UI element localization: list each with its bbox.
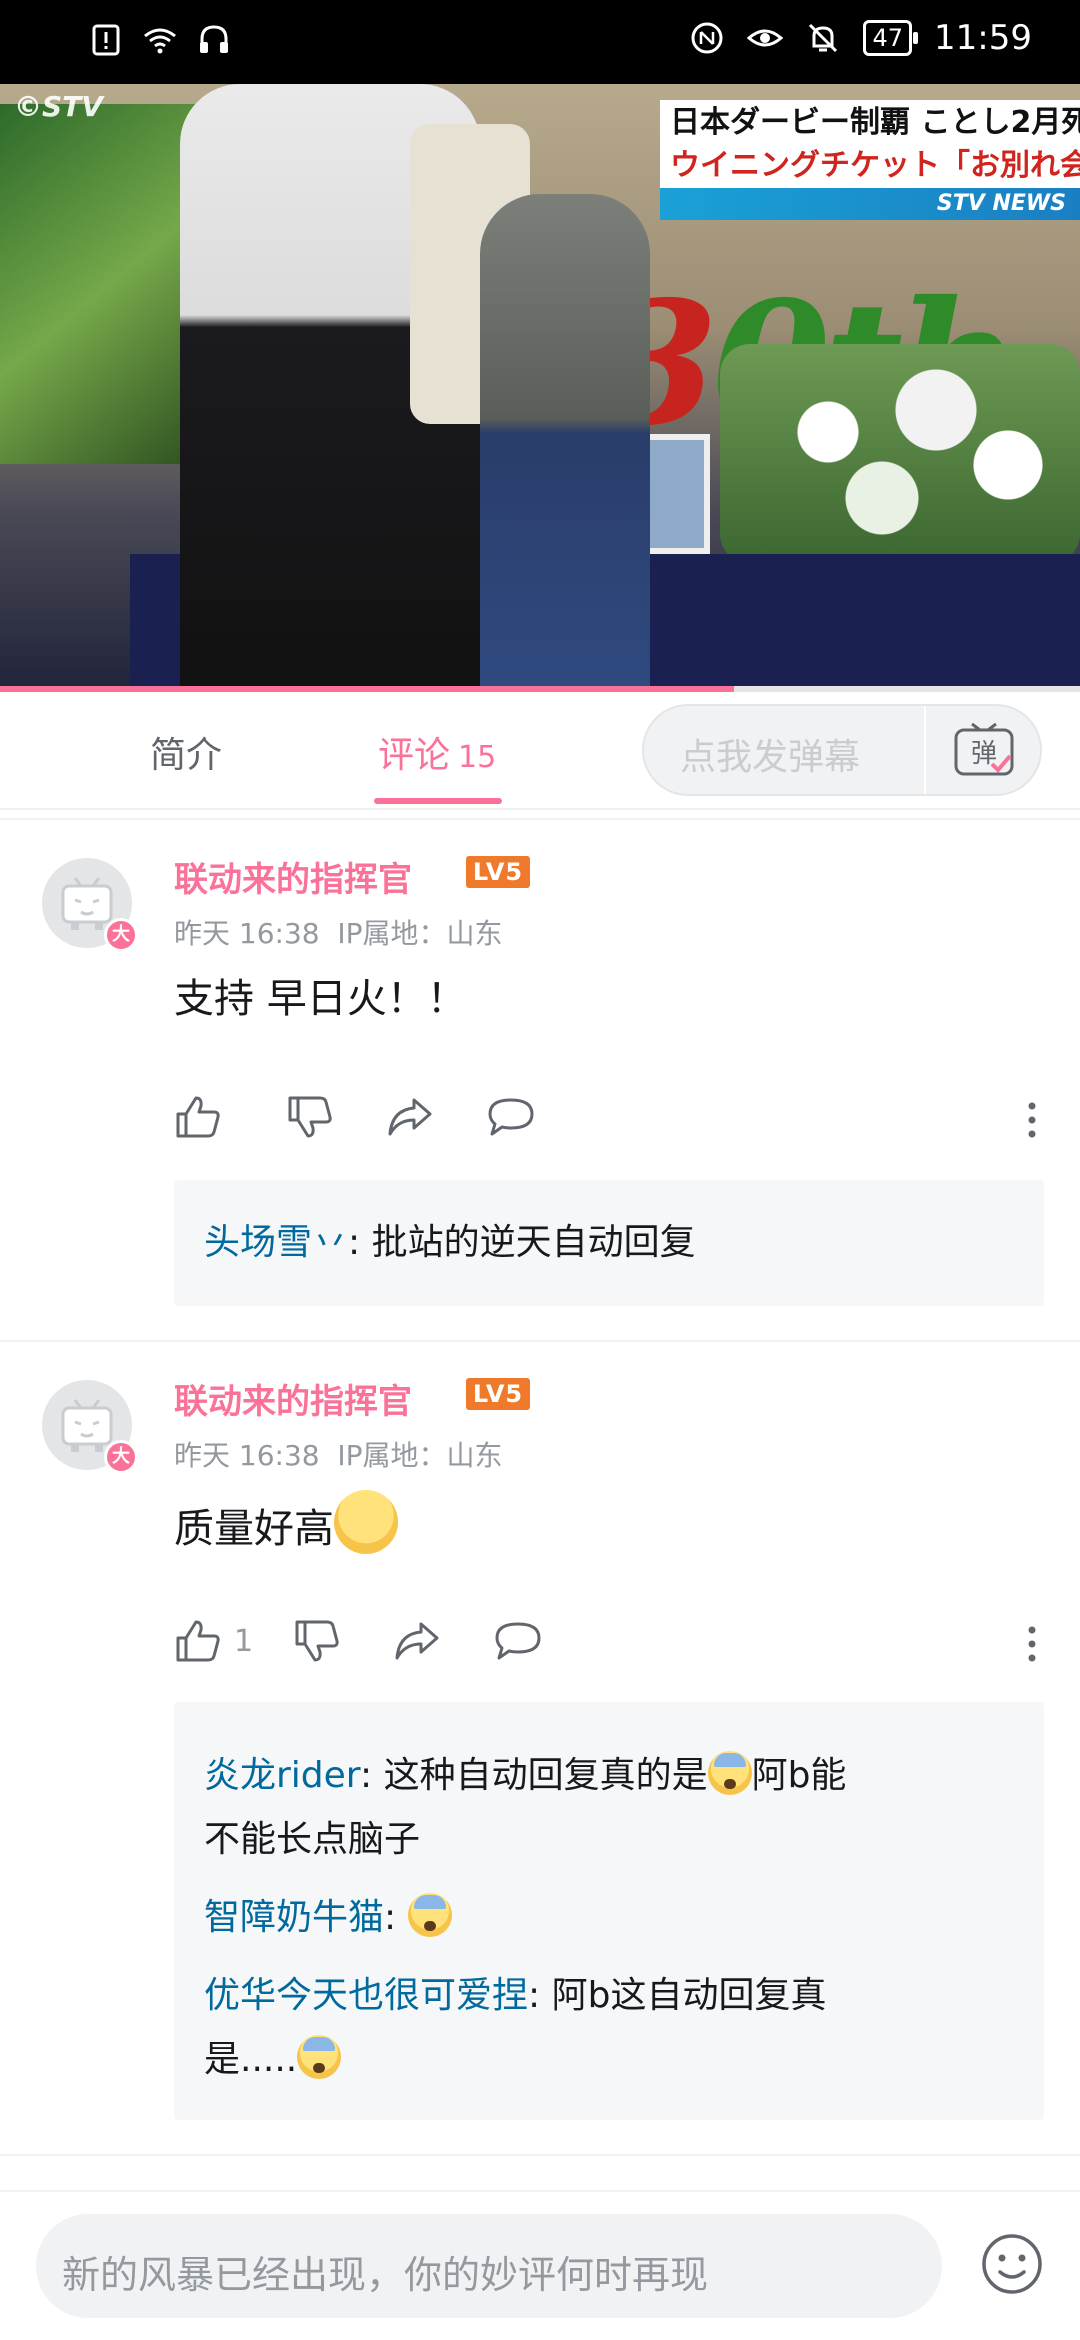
- comment-username[interactable]: 联动来的指挥官: [174, 852, 412, 901]
- comment-text: 质量好高: [174, 1506, 334, 1552]
- reply-item: 头场雪丷: 批站的逆天自动回复: [204, 1222, 696, 1263]
- reply-text: 阿b这自动回复真: [551, 1975, 827, 2016]
- tab-intro[interactable]: 简介: [150, 726, 222, 778]
- video-player[interactable]: 30th ©STV 日本ダービー制覇 ことし2月死去 ウイニングチケット「お別れ…: [0, 84, 1080, 692]
- share-icon: [395, 1622, 439, 1660]
- eye-icon: [747, 29, 784, 47]
- avatar[interactable]: 大: [42, 1380, 138, 1474]
- caption-source: STV NEWS: [660, 188, 1080, 220]
- fearful-emoji-icon: [707, 1751, 752, 1795]
- level-badge: LV5: [466, 1378, 530, 1410]
- thumbs-down-icon: [288, 1096, 332, 1138]
- nfc-icon: [691, 22, 723, 54]
- comment-input-bar: 新的风暴已经出现，你的妙评何时再现: [0, 2190, 1080, 2340]
- vip-badge: 大: [104, 918, 138, 952]
- vip-badge: 大: [104, 1440, 138, 1474]
- wifi-icon: [144, 28, 176, 54]
- share-button[interactable]: [386, 1094, 434, 1140]
- mute-bell-icon: [809, 23, 838, 53]
- caption-line-2: ウイニングチケット「お別れ会」: [660, 146, 1080, 188]
- comment-username[interactable]: 联动来的指挥官: [174, 1374, 412, 1423]
- comment-input[interactable]: 新的风暴已经出现，你的妙评何时再现: [36, 2214, 942, 2318]
- reply-button[interactable]: [493, 1618, 543, 1664]
- video-scene-flowers: [720, 344, 1080, 564]
- danmaku-input[interactable]: 点我发弹幕 弹: [642, 704, 1042, 796]
- reply-text: 这种自动回复真的是: [383, 1755, 708, 1796]
- shocked-emoji-icon: [334, 1490, 398, 1554]
- tab-comments-label: 评论: [378, 735, 451, 776]
- danmaku-divider: [924, 706, 926, 794]
- reply-button[interactable]: [486, 1094, 536, 1140]
- divider: [0, 2154, 1080, 2156]
- comment-actions: 1: [174, 1618, 595, 1664]
- more-options-icon[interactable]: [1022, 1622, 1042, 1666]
- danmaku-toggle-icon[interactable]: 弹: [952, 720, 1016, 780]
- reply-item: 智障奶牛猫:: [174, 1886, 1044, 1950]
- reply-username[interactable]: 优华今天也很可爱捏: [204, 1975, 528, 2016]
- emoji-picker-icon[interactable]: [980, 2232, 1044, 2296]
- status-bar: 47 11:59: [0, 0, 1080, 84]
- reply-item: 优华今天也很可爱捏: 阿b这自动回复真 是.....: [204, 1975, 827, 2080]
- comment-date: 昨天 16:38: [174, 1439, 320, 1472]
- danmaku-placeholder: 点我发弹幕: [680, 737, 861, 778]
- alert-icon: [92, 24, 120, 56]
- reply-username[interactable]: 炎龙rider: [204, 1755, 360, 1796]
- comment-content: 支持 早日火！！: [174, 976, 467, 1022]
- fearful-emoji-icon: [407, 1893, 452, 1937]
- thumbs-up-icon: [176, 1096, 220, 1138]
- like-button[interactable]: 1: [174, 1618, 253, 1664]
- battery-indicator: 47: [863, 20, 918, 56]
- level-badge: LV5: [466, 856, 530, 888]
- divider: [0, 1340, 1080, 1342]
- comment-content: 质量好高: [174, 1490, 398, 1554]
- video-scene-person: [480, 194, 650, 692]
- tab-active-indicator: [374, 798, 502, 804]
- dislike-button[interactable]: [293, 1618, 341, 1664]
- tab-comments[interactable]: 评论 15: [378, 726, 496, 778]
- reply-preview[interactable]: 炎龙rider: 这种自动回复真的是 阿b能 不能长点脑子 智障奶牛猫: 优华今天也…: [174, 1702, 1044, 2120]
- tab-bar: 简介 评论 15 点我发弹幕 弹: [0, 692, 1080, 810]
- comment-input-placeholder: 新的风暴已经出现，你的妙评何时再现: [62, 2253, 709, 2297]
- fearful-emoji-icon: [297, 2035, 342, 2079]
- reply-username[interactable]: 头场雪丷: [204, 1222, 348, 1263]
- reply-text: 是.....: [204, 2039, 298, 2080]
- reply-username[interactable]: 智障奶牛猫: [204, 1897, 384, 1938]
- caption-line-1: 日本ダービー制覇 ことし2月死去: [660, 100, 1080, 146]
- news-caption: 日本ダービー制覇 ことし2月死去 ウイニングチケット「お別れ会」 STV NEW…: [660, 100, 1080, 220]
- dislike-button[interactable]: [286, 1094, 334, 1140]
- divider: [0, 818, 1080, 820]
- channel-logo: ©STV: [14, 90, 103, 123]
- headphones-icon: [200, 25, 228, 53]
- reply-preview[interactable]: 头场雪丷: 批站的逆天自动回复: [174, 1180, 1044, 1306]
- reply-text: 批站的逆天自动回复: [371, 1222, 696, 1263]
- share-icon: [388, 1098, 432, 1136]
- comment-actions: [174, 1094, 588, 1140]
- thumbs-down-icon: [295, 1620, 339, 1662]
- reply-text: 不能长点脑子: [204, 1819, 421, 1860]
- comment-date: 昨天 16:38: [174, 917, 320, 950]
- reply-item: 炎龙rider: 这种自动回复真的是 阿b能 不能长点脑子: [174, 1744, 1044, 1872]
- like-count: 1: [234, 1623, 254, 1659]
- reply-text: 阿b能: [751, 1755, 847, 1796]
- comment-bubble-icon: [495, 1622, 541, 1660]
- comment-bubble-icon: [488, 1098, 534, 1136]
- more-options-icon[interactable]: [1022, 1098, 1042, 1142]
- comment-ip: IP属地：山东: [337, 1439, 503, 1472]
- comment-meta: 昨天 16:38 IP属地：山东: [174, 912, 503, 952]
- comment-ip: IP属地：山东: [337, 917, 503, 950]
- thumbs-up-icon: [176, 1620, 220, 1662]
- comment-count: 15: [458, 740, 497, 775]
- comment-meta: 昨天 16:38 IP属地：山东: [174, 1434, 503, 1474]
- like-button[interactable]: [174, 1094, 234, 1140]
- avatar[interactable]: 大: [42, 858, 138, 952]
- status-time: 11:59: [934, 18, 1032, 58]
- share-button[interactable]: [393, 1618, 441, 1664]
